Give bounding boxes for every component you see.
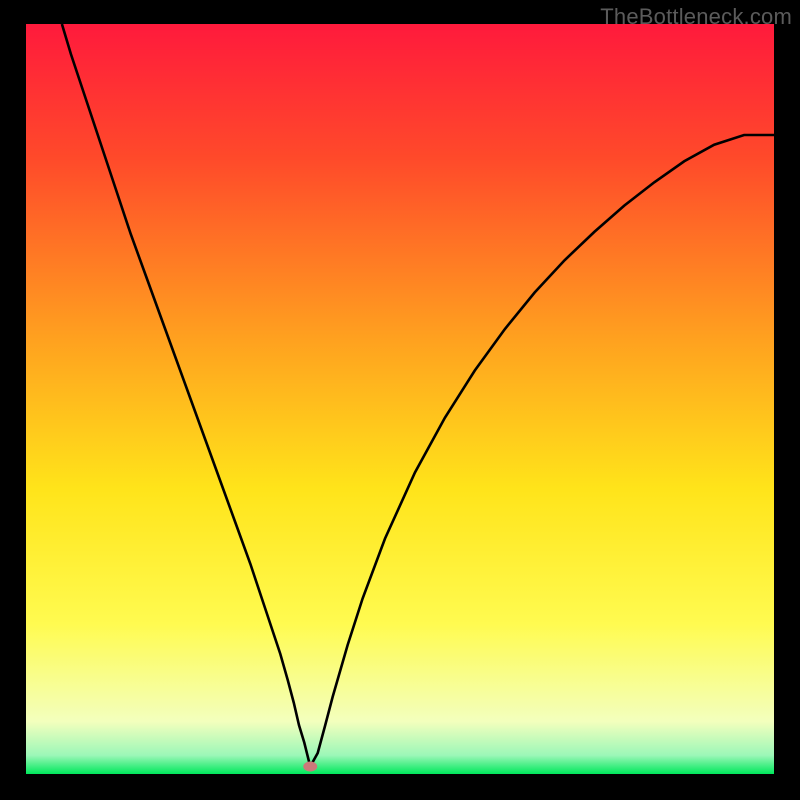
bottleneck-chart [26,24,774,774]
watermark-text: TheBottleneck.com [600,4,792,30]
chart-frame [26,24,774,774]
chart-background [26,24,774,774]
optimum-marker [303,762,317,772]
